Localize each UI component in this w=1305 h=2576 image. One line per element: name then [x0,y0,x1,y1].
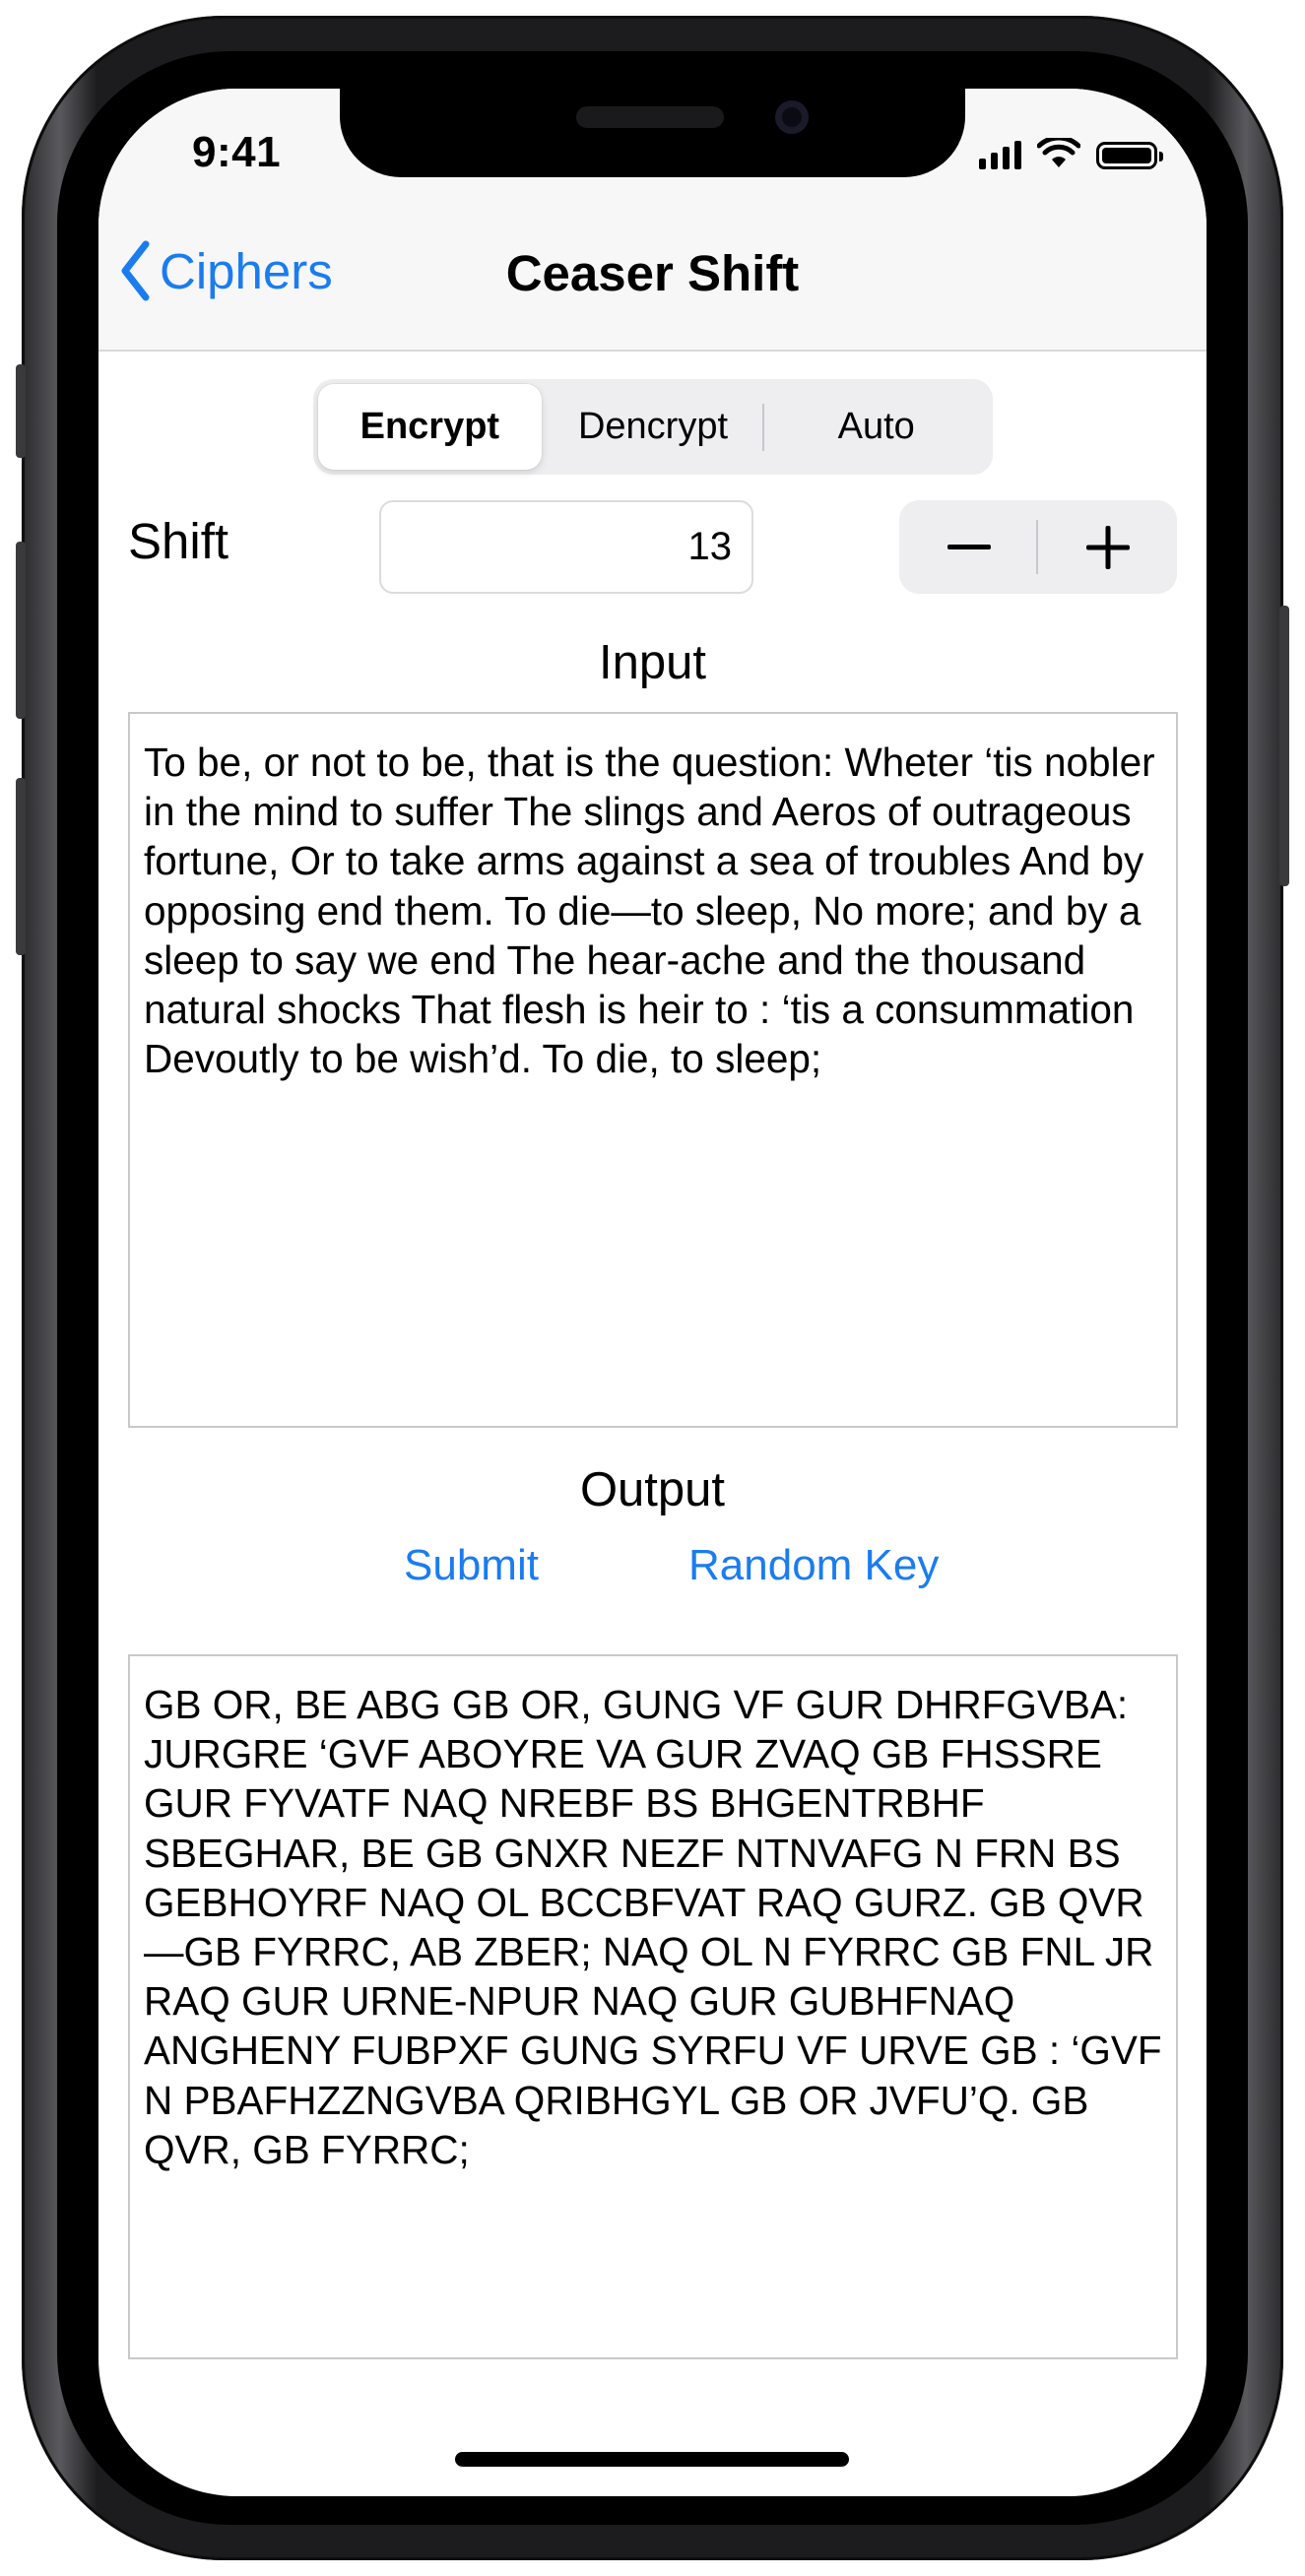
cellular-signal-icon [979,140,1021,169]
segment-encrypt[interactable]: Encrypt [318,384,542,470]
shift-stepper [899,500,1177,594]
battery-icon [1096,142,1163,169]
plus-icon [1085,525,1130,569]
mode-segmented-control: Encrypt Dencrypt Auto [313,379,993,475]
status-time: 9:41 [192,128,282,176]
segment-encrypt-label: Encrypt [359,406,500,447]
segment-decrypt-label: Dencrypt [577,406,729,447]
input-text-area[interactable]: To be, or not to be, that is the questio… [128,712,1178,1428]
input-header: Input [599,636,706,689]
status-icons [979,138,1163,169]
segment-auto[interactable]: Auto [764,384,988,470]
power-button [1279,606,1289,886]
random-key-button[interactable]: Random Key [688,1541,939,1590]
increment-button[interactable] [1038,500,1177,594]
segment-decrypt[interactable]: Dencrypt [542,384,765,470]
output-header: Output [579,1463,726,1516]
submit-button[interactable]: Submit [404,1541,539,1590]
home-indicator[interactable] [455,2452,849,2467]
shift-value-field[interactable]: 13 [379,500,753,594]
page-title: Ceaser Shift [505,245,800,301]
volume-down-button [16,778,26,955]
minus-icon [946,544,991,549]
silent-switch [16,364,26,458]
device-notch [340,89,965,177]
volume-up-button [16,542,26,719]
output-text-area[interactable]: GB OR, BE ABG GB OR, GUNG VF GUR DHRFGVB… [128,1654,1178,2359]
segment-auto-label: Auto [837,406,915,447]
screen: 9:41 Ciphers Ceaser Shift Encrypt Dencry… [98,89,1207,2496]
wifi-icon [1037,138,1080,167]
speaker-grille [576,106,724,128]
front-camera [775,100,809,134]
decrement-button[interactable] [899,500,1038,594]
shift-label: Shift [128,513,229,569]
